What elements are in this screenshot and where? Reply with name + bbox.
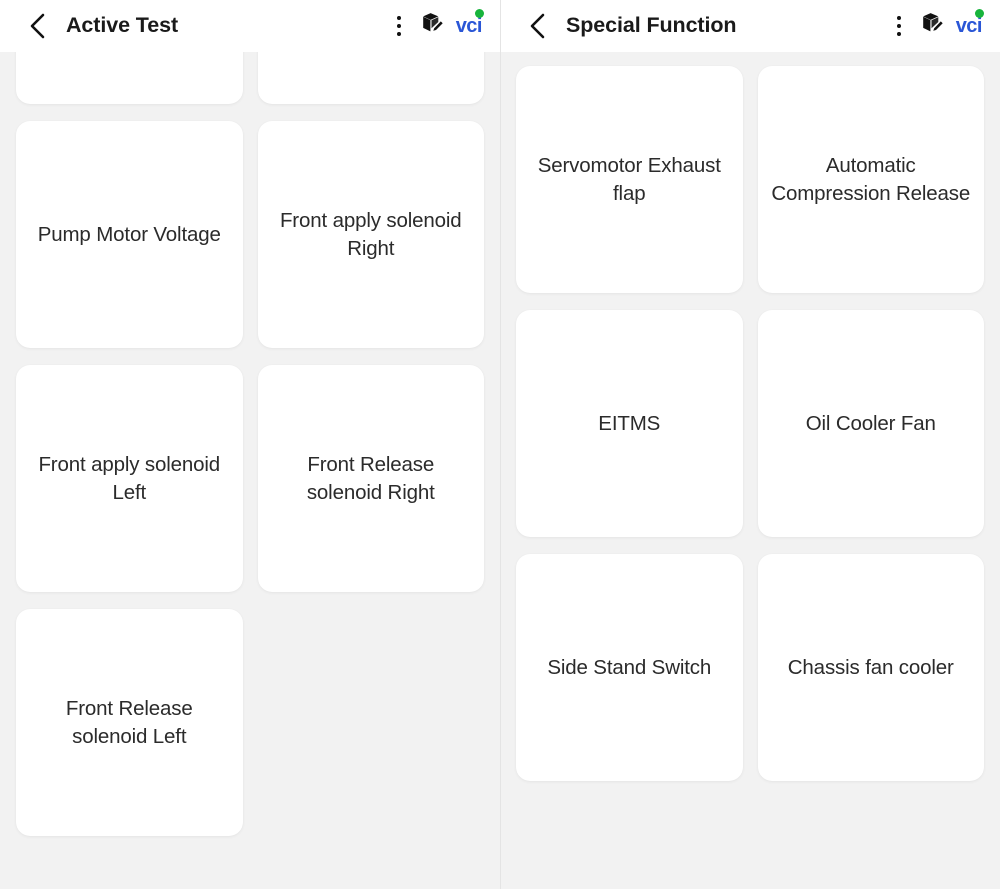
card-label: Front Release solenoid Left: [28, 695, 231, 751]
card-label: Front Release solenoid Right: [270, 451, 473, 507]
overflow-menu-button[interactable]: [882, 9, 916, 43]
card-label: Chassis fan cooler: [788, 654, 954, 682]
active-test-card[interactable]: Front apply solenoid Right: [258, 121, 485, 348]
overflow-menu-icon: [397, 16, 401, 36]
active-test-scroll-area[interactable]: Rear apply solenoid Right Rear Release s…: [0, 52, 500, 895]
special-function-card[interactable]: Chassis fan cooler: [758, 554, 985, 781]
vci-device-edit-button[interactable]: [916, 9, 950, 43]
special-function-card[interactable]: Automatic Compression Release: [758, 66, 985, 293]
card-label: Pump Motor Voltage: [38, 221, 221, 249]
special-function-card[interactable]: Oil Cooler Fan: [758, 310, 985, 537]
appbar-actions: vci: [382, 9, 484, 43]
appbar-special-function: Special Function: [500, 0, 1000, 52]
vci-device-edit-icon: [420, 11, 445, 41]
card-label: EITMS: [598, 410, 660, 438]
active-test-card[interactable]: Pump Motor Voltage: [16, 121, 243, 348]
overflow-menu-button[interactable]: [382, 9, 416, 43]
active-test-card[interactable]: Rear apply solenoid Right: [16, 52, 243, 104]
special-function-card[interactable]: Servomotor Exhaust flap: [516, 66, 743, 293]
card-label: Side Stand Switch: [547, 654, 711, 682]
vci-device-edit-icon: [920, 11, 945, 41]
split-screen-container: Active Test: [0, 0, 1000, 895]
overflow-menu-icon: [897, 16, 901, 36]
chevron-left-icon: [528, 13, 546, 39]
appbar-active-test: Active Test: [0, 0, 500, 52]
chevron-left-icon: [28, 13, 46, 39]
card-label: Oil Cooler Fan: [806, 410, 936, 438]
vci-status-button[interactable]: vci: [950, 16, 984, 36]
page-title: Active Test: [66, 15, 382, 37]
special-function-card[interactable]: EITMS: [516, 310, 743, 537]
card-label: Automatic Compression Release: [770, 152, 973, 208]
special-function-card[interactable]: Side Stand Switch: [516, 554, 743, 781]
active-test-card[interactable]: Front Release solenoid Right: [258, 365, 485, 592]
vci-connected-indicator-icon: [475, 9, 484, 18]
back-button[interactable]: [22, 11, 52, 41]
panel-divider: [500, 0, 501, 895]
appbar-actions: vci: [882, 9, 984, 43]
back-button[interactable]: [522, 11, 552, 41]
special-function-scroll-area[interactable]: Servomotor Exhaust flap Automatic Compre…: [500, 52, 1000, 895]
vci-connected-indicator-icon: [975, 9, 984, 18]
card-label: Servomotor Exhaust flap: [528, 152, 731, 208]
active-test-card[interactable]: Front Release solenoid Left: [16, 609, 243, 836]
page-title: Special Function: [566, 15, 882, 37]
card-label: Front apply solenoid Left: [28, 451, 231, 507]
panel-active-test: Active Test: [0, 0, 500, 895]
active-test-card-grid: Rear apply solenoid Right Rear Release s…: [0, 52, 500, 836]
window-bottom-edge: [0, 889, 1000, 895]
vci-label: vci: [456, 16, 482, 36]
special-function-card-grid: Servomotor Exhaust flap Automatic Compre…: [500, 66, 1000, 781]
active-test-card[interactable]: Front apply solenoid Left: [16, 365, 243, 592]
vci-status-button[interactable]: vci: [450, 16, 484, 36]
vci-device-edit-button[interactable]: [416, 9, 450, 43]
card-label: Front apply solenoid Right: [270, 207, 473, 263]
vci-label: vci: [956, 16, 982, 36]
active-test-card[interactable]: Rear Release solenoid Right: [258, 52, 485, 104]
panel-special-function: Special Function: [500, 0, 1000, 895]
